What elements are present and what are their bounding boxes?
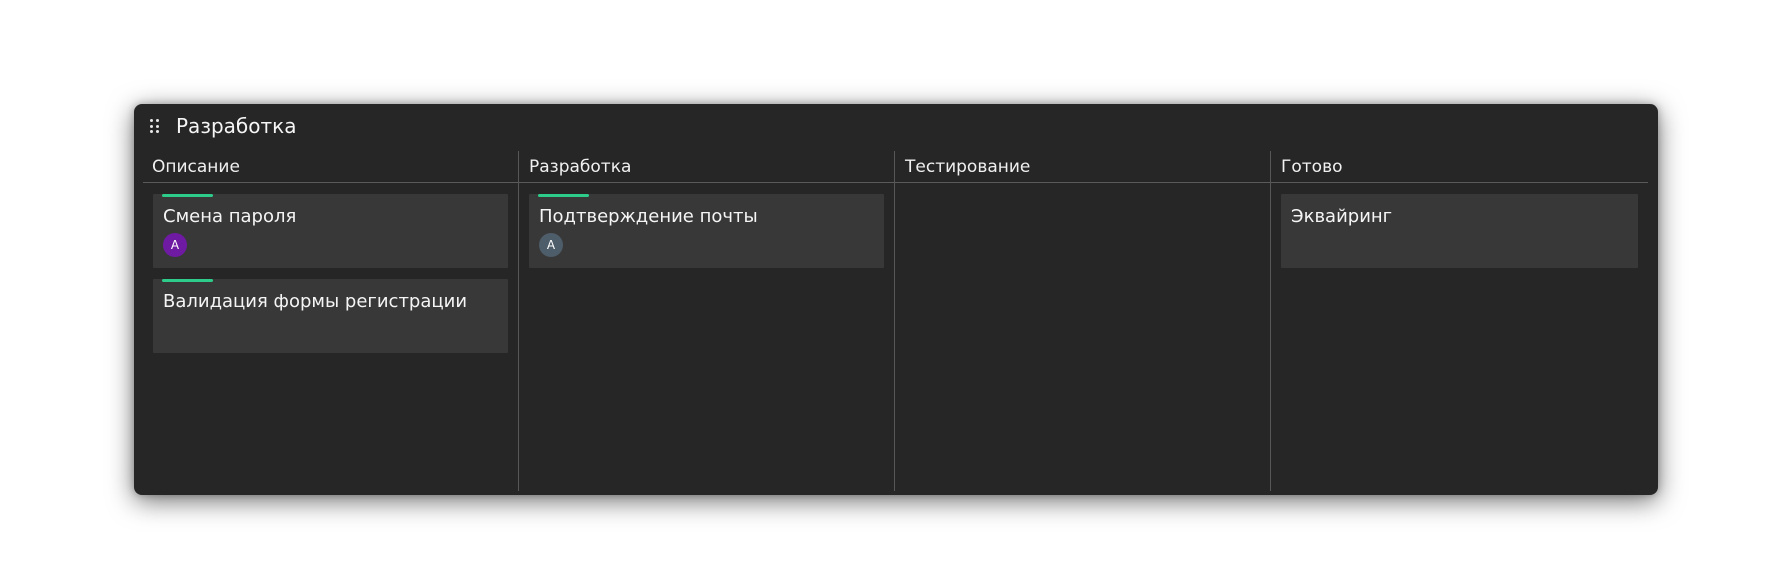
assignee-avatar[interactable]: A	[163, 233, 187, 257]
card-status-accent	[538, 194, 589, 197]
column-cards: Смена пароля A Валидация формы регистрации	[143, 183, 518, 353]
board-title: Разработка	[176, 114, 297, 138]
task-card[interactable]: Подтверждение почты A	[529, 194, 884, 268]
column-header: Готово	[1271, 151, 1648, 183]
column-header: Тестирование	[895, 151, 1270, 183]
board-column: Готово Эквайринг	[1271, 151, 1648, 491]
board-column: Тестирование	[895, 151, 1271, 491]
card-status-accent	[162, 279, 213, 282]
card-title: Подтверждение почты	[539, 206, 758, 227]
board-header: Разработка	[134, 104, 1658, 148]
kanban-board: Разработка Описание Смена пароля A Валидаци…	[134, 104, 1658, 495]
column-cards: Эквайринг	[1271, 183, 1648, 268]
column-cards	[895, 183, 1270, 194]
task-card[interactable]: Эквайринг	[1281, 194, 1638, 268]
column-header: Описание	[143, 151, 518, 183]
assignee-avatar[interactable]: A	[539, 233, 563, 257]
board-column: Разработка Подтверждение почты A	[519, 151, 895, 491]
card-status-accent	[162, 194, 213, 197]
drag-handle-icon[interactable]	[150, 119, 159, 133]
task-card[interactable]: Валидация формы регистрации	[153, 279, 508, 353]
column-header: Разработка	[519, 151, 894, 183]
task-card[interactable]: Смена пароля A	[153, 194, 508, 268]
board-columns: Описание Смена пароля A Валидация формы рег…	[143, 151, 1648, 491]
card-title: Валидация формы регистрации	[163, 291, 468, 312]
card-title: Смена пароля	[163, 206, 297, 227]
card-title: Эквайринг	[1291, 206, 1393, 227]
column-cards: Подтверждение почты A	[519, 183, 894, 268]
board-column: Описание Смена пароля A Валидация формы рег…	[143, 151, 519, 491]
